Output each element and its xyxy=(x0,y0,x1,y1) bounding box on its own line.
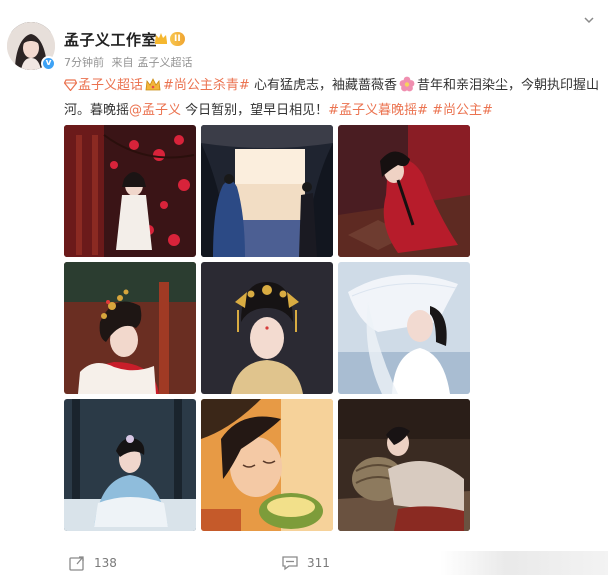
like-area-overlay xyxy=(440,551,608,575)
photo-2[interactable] xyxy=(201,125,333,257)
mention-link[interactable]: @孟子义 xyxy=(129,103,181,118)
photo-8-image xyxy=(201,399,333,531)
crown-emoji-icon xyxy=(145,78,161,91)
post-source-prefix: 来自 xyxy=(111,56,134,69)
post-source[interactable]: 孟子义超话 xyxy=(138,56,193,69)
photo-6-image xyxy=(338,262,470,394)
comment-icon xyxy=(282,556,298,571)
photo-4-image xyxy=(64,262,196,394)
photo-7[interactable] xyxy=(64,399,196,531)
post-meta: 7分钟前 来自 孟子义超话 xyxy=(64,54,197,70)
repost-button[interactable]: 138 xyxy=(68,554,117,572)
photo-2-image xyxy=(201,125,333,257)
photo-6[interactable] xyxy=(338,262,470,394)
supertopic-link[interactable]: 孟子义超话 xyxy=(64,78,143,93)
photo-3-image xyxy=(338,125,470,257)
supertopic-label: 孟子义超话 xyxy=(78,78,144,93)
hashtag-link[interactable]: #尚公主# xyxy=(432,103,493,118)
author-name[interactable]: 孟子义工作室 xyxy=(64,29,157,50)
flower-emoji-icon xyxy=(399,76,415,92)
photo-1-image xyxy=(64,125,196,257)
photo-7-image xyxy=(64,399,196,531)
repost-icon xyxy=(69,556,84,571)
photo-9-image xyxy=(338,399,470,531)
weibo-post-card: v 孟子义工作室 II 7分钟前 来自 孟子义超话 孟子义超话 #尚公主杀青# 心有… xyxy=(0,0,608,579)
chevron-down-icon[interactable] xyxy=(583,14,595,26)
comment-button[interactable]: 311 xyxy=(281,554,330,572)
vip-crown-icon xyxy=(155,33,167,44)
image-grid xyxy=(64,125,470,531)
supertopic-diamond-icon xyxy=(64,79,77,91)
repost-count: 138 xyxy=(94,556,117,570)
photo-8[interactable] xyxy=(201,399,333,531)
hashtag-link[interactable]: #尚公主杀青# xyxy=(163,78,250,93)
post-time[interactable]: 7分钟前 xyxy=(64,56,104,69)
comment-count: 311 xyxy=(307,556,330,570)
photo-5-image xyxy=(201,262,333,394)
verified-badge-icon: v xyxy=(41,56,56,71)
photo-3[interactable] xyxy=(338,125,470,257)
photo-4[interactable] xyxy=(64,262,196,394)
hashtag-link[interactable]: #孟子义暮晚摇# xyxy=(328,103,428,118)
photo-1[interactable] xyxy=(64,125,196,257)
photo-5[interactable] xyxy=(201,262,333,394)
photo-9[interactable] xyxy=(338,399,470,531)
post-body-part: 今日暂别，望早日相见！ xyxy=(181,103,329,118)
post-text: 孟子义超话 #尚公主杀青# 心有猛虎志，袖藏蔷薇香 昔年和亲泪染尘，今朝执印握山河。… xyxy=(64,73,600,123)
level-badge: II xyxy=(170,32,185,46)
post-body-part: 心有猛虎志，袖藏蔷薇香 xyxy=(249,78,397,93)
